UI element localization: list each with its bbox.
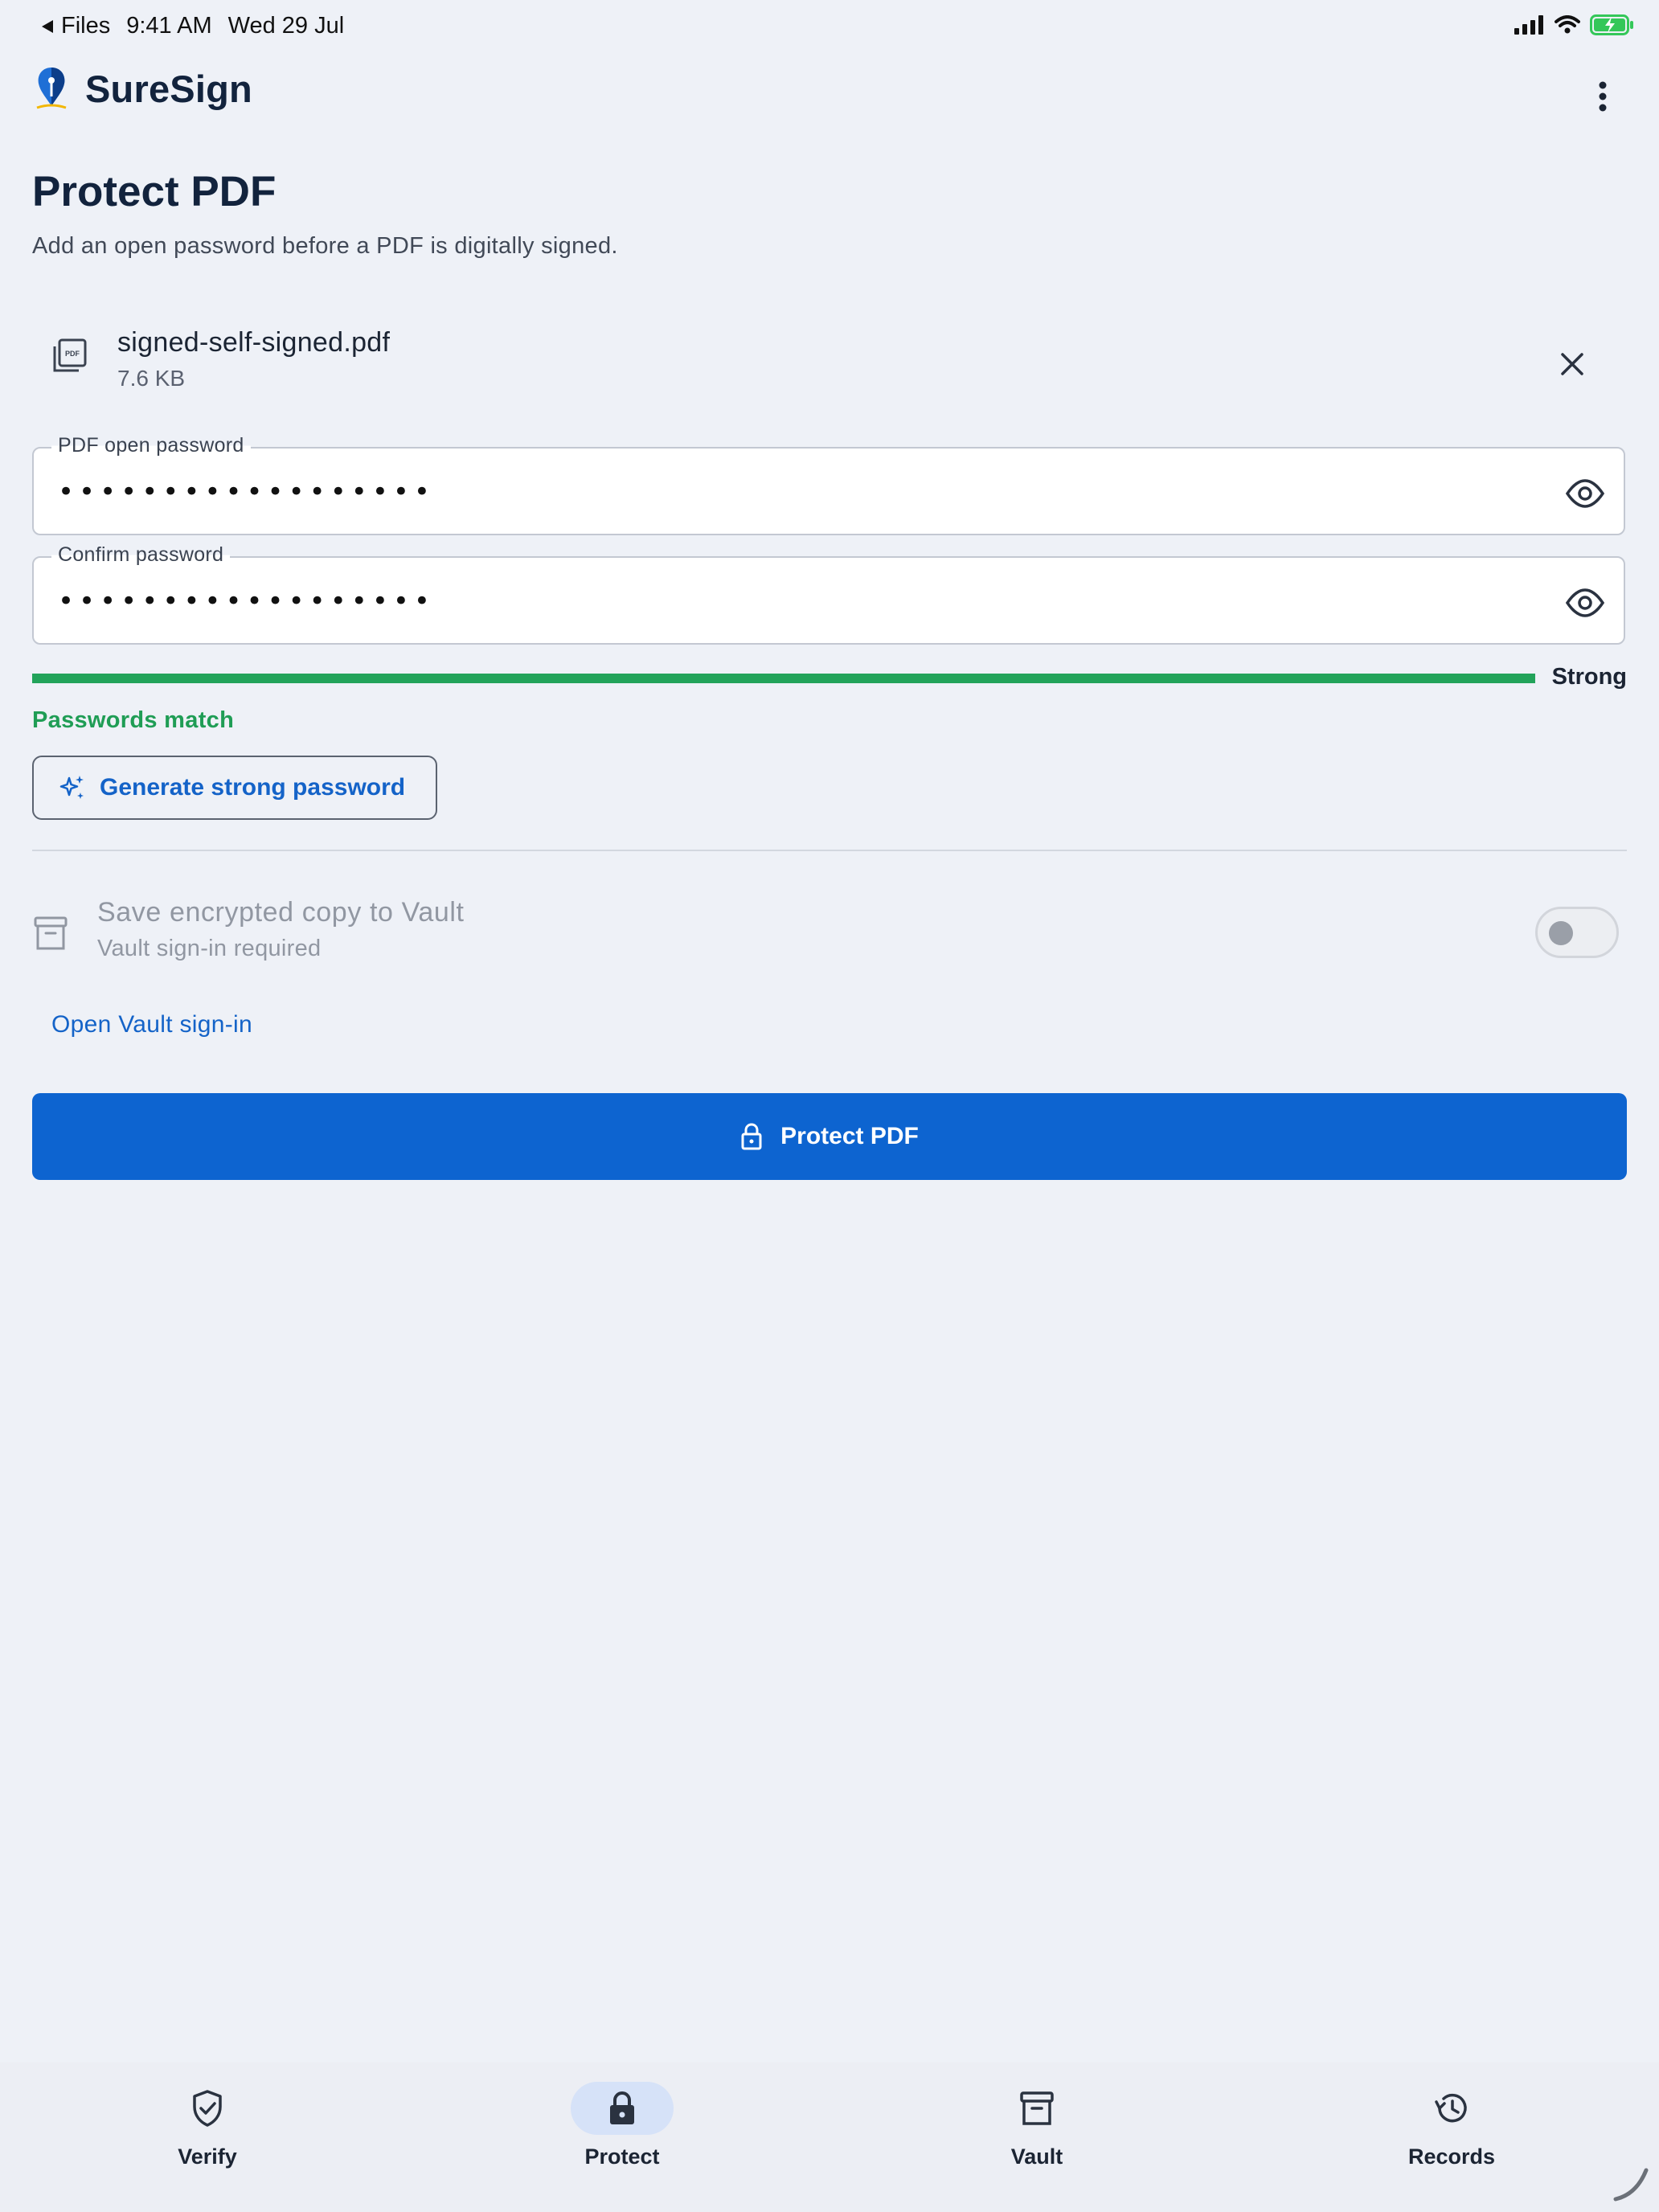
svg-text:PDF: PDF bbox=[65, 350, 80, 358]
history-icon bbox=[1435, 2093, 1467, 2123]
back-to-files[interactable]: Files bbox=[40, 13, 110, 39]
confirm-password-value: •••••••••••••••••• bbox=[58, 585, 435, 617]
nav-item-records[interactable]: Records bbox=[1371, 2082, 1532, 2169]
passwords-match-message: Passwords match bbox=[32, 707, 235, 733]
pdf-open-password-value: •••••••••••••••••• bbox=[58, 476, 435, 508]
nav-protect-pill bbox=[571, 2082, 674, 2135]
app-bar: SureSign bbox=[32, 66, 1627, 129]
password-strength-bar bbox=[32, 674, 1535, 683]
nav-records-pill bbox=[1400, 2082, 1503, 2135]
password-strength-fill bbox=[32, 674, 1535, 683]
nav-label-verify: Verify bbox=[178, 2144, 237, 2169]
protect-pdf-button[interactable]: Protect PDF bbox=[32, 1093, 1627, 1180]
nav-item-vault[interactable]: Vault bbox=[956, 2082, 1117, 2169]
page-title: Protect PDF bbox=[32, 168, 276, 215]
pdf-file-icon: PDF bbox=[51, 338, 87, 378]
suresign-logo-icon bbox=[36, 68, 67, 109]
eye-icon bbox=[1565, 588, 1605, 617]
nav-vault-pill bbox=[985, 2082, 1088, 2135]
signal-icon bbox=[1514, 15, 1543, 35]
archive-icon bbox=[1020, 2091, 1054, 2125]
battery-charging-icon bbox=[1590, 14, 1633, 35]
save-to-vault-option: Save encrypted copy to Vault Vault sign-… bbox=[32, 892, 1627, 973]
overflow-menu-button[interactable] bbox=[1579, 72, 1627, 121]
file-size: 7.6 KB bbox=[117, 366, 186, 391]
nav-label-protect: Protect bbox=[584, 2144, 660, 2169]
nav-item-protect[interactable]: Protect bbox=[542, 2082, 703, 2169]
back-triangle-icon bbox=[42, 19, 53, 33]
eye-icon bbox=[1565, 479, 1605, 508]
vault-option-subtitle: Vault sign-in required bbox=[97, 936, 322, 961]
show-password-toggle[interactable] bbox=[1564, 473, 1606, 514]
nav-item-verify[interactable]: Verify bbox=[127, 2082, 288, 2169]
confirm-password-field[interactable]: Confirm password •••••••••••••••••• bbox=[32, 543, 1625, 645]
file-name: signed-self-signed.pdf bbox=[117, 327, 391, 358]
section-divider bbox=[32, 850, 1627, 851]
nav-label-records: Records bbox=[1407, 2144, 1496, 2169]
pdf-open-password-field[interactable]: PDF open password •••••••••••••••••• bbox=[32, 434, 1625, 535]
more-vertical-icon bbox=[1599, 81, 1607, 112]
generate-password-button[interactable]: Generate strong password bbox=[32, 756, 437, 820]
toggle-knob bbox=[1549, 921, 1573, 945]
wifi-icon bbox=[1555, 15, 1580, 34]
page-subtitle: Add an open password before a PDF is dig… bbox=[32, 233, 618, 259]
app-name: SureSign bbox=[85, 67, 252, 110]
shield-check-icon bbox=[193, 2090, 222, 2127]
save-to-vault-toggle[interactable] bbox=[1535, 907, 1619, 958]
protect-pdf-label: Protect PDF bbox=[780, 1123, 919, 1149]
sparkle-icon bbox=[59, 776, 84, 799]
pdf-open-password-label: PDF open password bbox=[51, 434, 251, 457]
status-time: 9:41 AM bbox=[126, 13, 212, 39]
lock-icon bbox=[741, 1123, 762, 1150]
selected-file: PDF signed-self-signed.pdf 7.6 KB bbox=[32, 317, 1627, 406]
bottom-navigation: Verify Protect Vault Records bbox=[0, 2062, 1659, 2212]
nav-label-vault: Vault bbox=[1010, 2144, 1063, 2169]
nav-verify-pill bbox=[156, 2082, 259, 2135]
status-date: Wed 29 Jul bbox=[227, 13, 345, 39]
generate-password-label: Generate strong password bbox=[100, 774, 406, 801]
archive-icon bbox=[32, 915, 69, 956]
show-confirm-password-toggle[interactable] bbox=[1564, 582, 1606, 624]
lock-icon bbox=[610, 2091, 634, 2124]
close-icon bbox=[1561, 353, 1583, 375]
remove-file-button[interactable] bbox=[1550, 342, 1595, 387]
status-bar: Files 9:41 AM Wed 29 Jul bbox=[0, 0, 1659, 51]
password-strength-label: Strong bbox=[1551, 664, 1627, 690]
vault-option-title: Save encrypted copy to Vault bbox=[97, 897, 465, 928]
open-vault-signin-link[interactable]: Open Vault sign-in bbox=[51, 1011, 252, 1038]
confirm-password-label: Confirm password bbox=[51, 543, 231, 567]
home-indicator-corner bbox=[1613, 2168, 1649, 2202]
